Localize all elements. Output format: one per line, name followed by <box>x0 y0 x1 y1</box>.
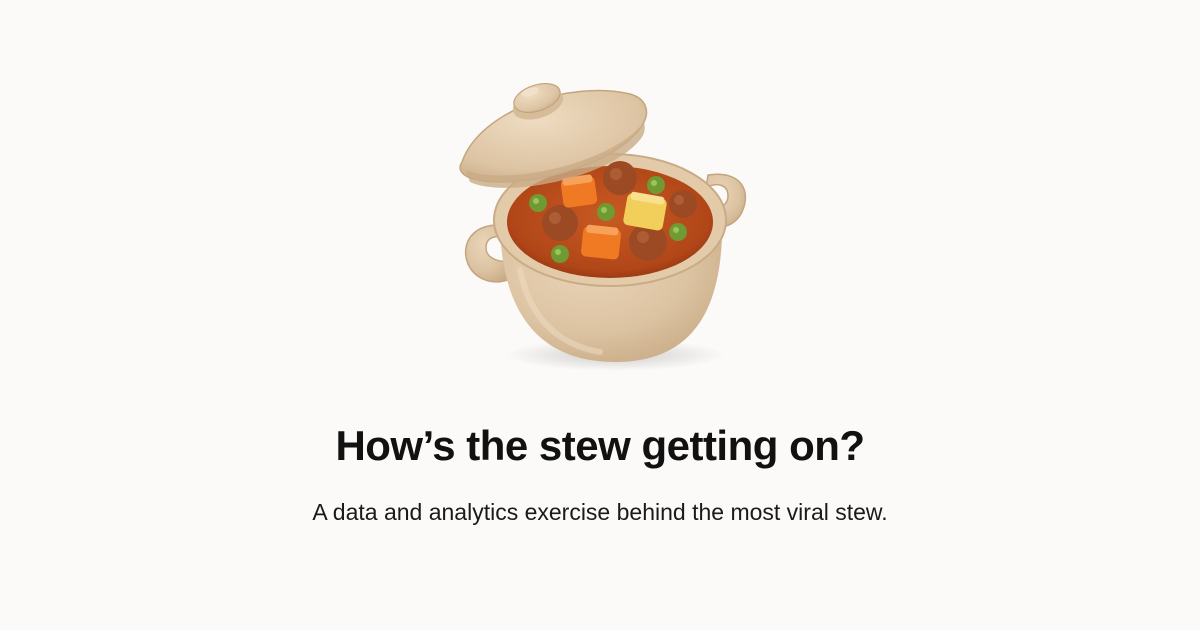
page-title: How’s the stew getting on? <box>335 422 865 469</box>
stew-pot-icon <box>440 70 760 380</box>
potato-cube <box>623 191 667 231</box>
page-subtitle: A data and analytics exercise behind the… <box>312 499 888 525</box>
page: How’s the stew getting on? A data and an… <box>0 0 1200 630</box>
stew-pot-illustration <box>459 82 747 371</box>
